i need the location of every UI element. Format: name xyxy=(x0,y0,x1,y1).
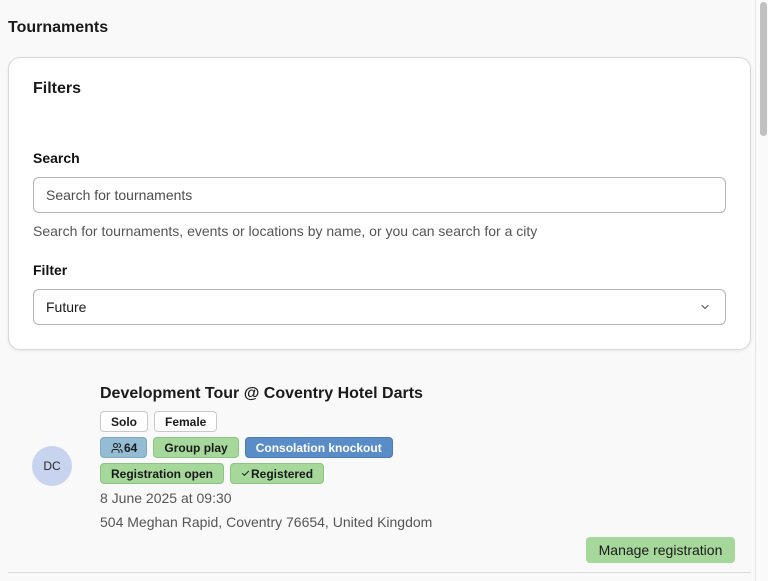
participants-badge: 64 xyxy=(100,437,148,458)
list-item: Development Tour @ Coventry Hotel Darts … xyxy=(100,384,740,532)
tag-row-format: 64 Group play Consolation knockout xyxy=(100,437,740,458)
manage-registration-button[interactable]: Manage registration xyxy=(586,537,735,563)
check-icon xyxy=(242,470,249,476)
tag-group-play: Group play xyxy=(153,437,239,458)
filters-card: Filters Search Search for tournaments, e… xyxy=(8,57,751,350)
tag-row-status: Registration open Registered xyxy=(100,463,740,484)
page-title: Tournaments xyxy=(8,19,109,36)
tag-registered-label: Registered xyxy=(251,466,314,481)
search-input[interactable] xyxy=(33,177,726,213)
search-help-text: Search for tournaments, events or locati… xyxy=(33,223,538,239)
filter-label: Filter xyxy=(33,262,68,278)
tag-female: Female xyxy=(154,411,218,432)
users-icon xyxy=(111,442,123,453)
tournament-location: 504 Meghan Rapid, Coventry 76654, United… xyxy=(100,514,433,530)
tag-row-type: Solo Female xyxy=(100,411,740,432)
tag-consolation-knockout: Consolation knockout xyxy=(244,437,393,458)
vertical-scrollbar[interactable] xyxy=(755,0,768,581)
tag-registered: Registered xyxy=(230,463,325,484)
filter-select[interactable]: Future xyxy=(33,289,726,325)
tag-registration-open: Registration open xyxy=(100,463,225,484)
participants-count: 64 xyxy=(124,440,138,455)
tag-solo: Solo xyxy=(100,411,148,432)
filter-select-value: Future xyxy=(46,299,87,315)
tournament-title-link[interactable]: Development Tour @ Coventry Hotel Darts xyxy=(100,384,740,404)
tournament-date: 8 June 2025 at 09:30 xyxy=(100,490,232,506)
scrollbar-thumb[interactable] xyxy=(760,2,767,136)
list-divider xyxy=(8,572,751,573)
filters-heading: Filters xyxy=(33,80,82,97)
avatar: DC xyxy=(32,446,72,486)
search-label: Search xyxy=(33,150,80,166)
chevron-down-icon xyxy=(701,304,709,310)
